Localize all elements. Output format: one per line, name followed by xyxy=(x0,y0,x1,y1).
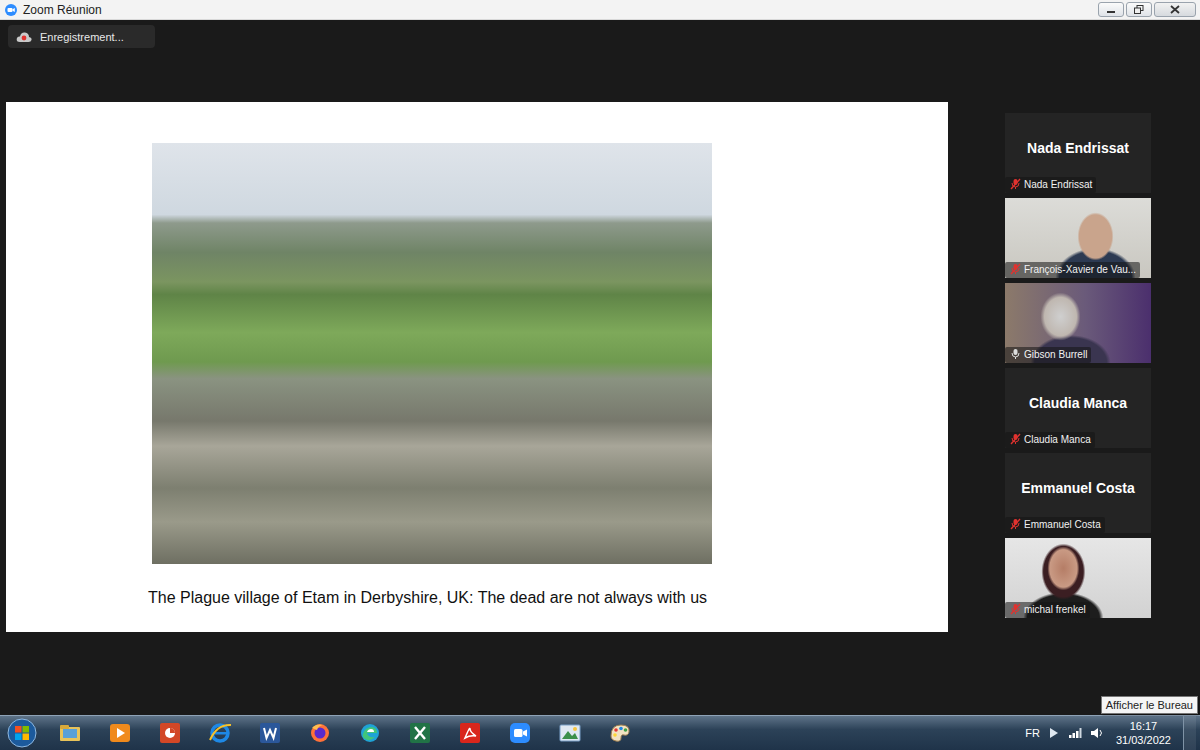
taskbar-apps xyxy=(48,717,1025,749)
recording-label: Enregistrement... xyxy=(40,31,124,43)
taskbar-app[interactable] xyxy=(148,717,192,749)
clock[interactable]: 16:1731/03/2022 xyxy=(1112,719,1175,747)
system-tray: FR 16:1731/03/2022 xyxy=(1025,716,1200,750)
participant-tile[interactable]: Nada Endrissat Nada Endrissat xyxy=(1005,113,1151,193)
participant-name: Claudia Manca xyxy=(1005,368,1151,432)
taskbar-app[interactable] xyxy=(498,717,542,749)
taskbar-app[interactable] xyxy=(198,717,242,749)
taskbar-app[interactable] xyxy=(298,717,342,749)
title-bar: Zoom Réunion xyxy=(0,0,1200,20)
shared-slide: The Plague village of Etam in Derbyshire… xyxy=(6,102,948,632)
participant-label: michal frenkel xyxy=(1005,602,1090,618)
cloud-record-icon xyxy=(16,31,32,43)
muted-mic-icon xyxy=(1010,603,1021,615)
taskbar-app[interactable] xyxy=(48,717,92,749)
taskbar: FR 16:1731/03/2022 xyxy=(0,715,1200,750)
muted-mic-icon xyxy=(1010,178,1021,190)
clock-time: 16:17 xyxy=(1130,719,1158,733)
participant-tile[interactable]: Emmanuel Costa Emmanuel Costa xyxy=(1005,453,1151,533)
participant-tile[interactable]: Claudia Manca Claudia Manca xyxy=(1005,368,1151,448)
participant-label-text: François-Xavier de Vau... xyxy=(1024,264,1136,275)
participant-label: François-Xavier de Vau... xyxy=(1005,262,1140,278)
participant-name: Emmanuel Costa xyxy=(1005,453,1151,517)
acrobat-icon xyxy=(457,720,483,746)
participant-label: Claudia Manca xyxy=(1005,432,1095,448)
participant-label: Nada Endrissat xyxy=(1005,177,1096,193)
edge-icon xyxy=(357,720,383,746)
participant-tile[interactable]: Gibson Burrell xyxy=(1005,283,1151,363)
taskbar-app[interactable] xyxy=(398,717,442,749)
internet-explorer-icon xyxy=(207,720,233,746)
network-icon[interactable] xyxy=(1068,727,1082,739)
participant-name: Nada Endrissat xyxy=(1005,113,1151,177)
taskbar-app[interactable] xyxy=(548,717,592,749)
restore-button[interactable] xyxy=(1126,2,1152,17)
show-desktop-button[interactable] xyxy=(1183,716,1196,750)
explorer-folder-icon xyxy=(57,720,83,746)
tray-expand-icon[interactable] xyxy=(1048,727,1060,739)
language-indicator[interactable]: FR xyxy=(1025,727,1040,739)
paint-icon xyxy=(607,720,633,746)
meeting-area: Enregistrement... The Plague village of E… xyxy=(0,20,1200,715)
recording-badge[interactable]: Enregistrement... xyxy=(8,25,155,48)
window-title: Zoom Réunion xyxy=(23,3,102,17)
powerpoint-icon xyxy=(157,720,183,746)
restore-icon xyxy=(1134,5,1144,14)
volume-icon[interactable] xyxy=(1090,727,1104,739)
participant-label-text: michal frenkel xyxy=(1024,604,1086,615)
firefox-icon xyxy=(307,720,333,746)
start-button[interactable] xyxy=(2,716,42,750)
participant-label: Emmanuel Costa xyxy=(1005,517,1105,533)
taskbar-app[interactable] xyxy=(98,717,142,749)
participant-label: Gibson Burrell xyxy=(1005,347,1091,363)
clock-date: 31/03/2022 xyxy=(1116,733,1171,747)
taskbar-app[interactable] xyxy=(348,717,392,749)
close-icon xyxy=(1170,5,1180,14)
zoom-app-icon xyxy=(507,720,533,746)
slide-photo xyxy=(152,143,712,564)
participant-tile[interactable]: François-Xavier de Vau... xyxy=(1005,198,1151,278)
participant-label-text: Emmanuel Costa xyxy=(1024,519,1101,530)
participant-gallery: Nada Endrissat Nada Endrissat François-Xav… xyxy=(1000,20,1200,715)
participant-label-text: Claudia Manca xyxy=(1024,434,1091,445)
zoom-icon xyxy=(4,3,18,17)
muted-mic-icon xyxy=(1010,433,1021,445)
photo-viewer-icon xyxy=(557,720,583,746)
minimize-button[interactable] xyxy=(1098,2,1124,17)
share-area: Enregistrement... The Plague village of E… xyxy=(0,20,1000,715)
minimize-icon xyxy=(1106,6,1116,14)
excel-icon xyxy=(407,720,433,746)
participant-label-text: Nada Endrissat xyxy=(1024,179,1092,190)
media-player-icon xyxy=(107,720,133,746)
tooltip: Afficher le Bureau xyxy=(1101,696,1198,714)
taskbar-app[interactable] xyxy=(248,717,292,749)
participant-label-text: Gibson Burrell xyxy=(1024,349,1087,360)
mic-icon xyxy=(1010,348,1021,360)
muted-mic-icon xyxy=(1010,263,1021,275)
muted-mic-icon xyxy=(1010,518,1021,530)
taskbar-app[interactable] xyxy=(598,717,642,749)
participant-tile[interactable]: michal frenkel xyxy=(1005,538,1151,618)
taskbar-app[interactable] xyxy=(448,717,492,749)
slide-caption: The Plague village of Etam in Derbyshire… xyxy=(148,589,948,607)
windows-logo-icon xyxy=(7,718,37,748)
close-button[interactable] xyxy=(1154,2,1196,17)
word-icon xyxy=(257,720,283,746)
